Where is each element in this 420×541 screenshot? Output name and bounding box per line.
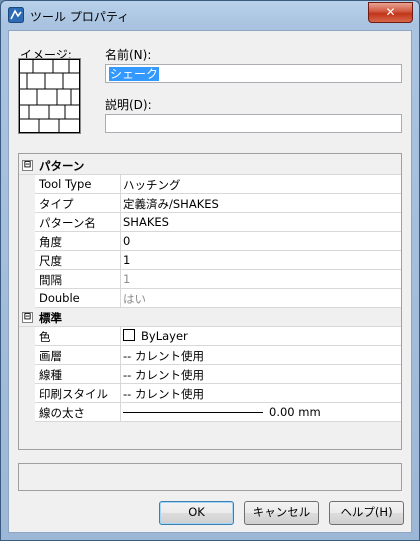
- property-key: タイプ: [39, 197, 74, 211]
- property-value[interactable]: ハッチング: [123, 177, 181, 193]
- property-row[interactable]: 画層 -- カレント使用: [19, 346, 401, 365]
- property-row[interactable]: 線の太さ 0.00 mm: [19, 403, 401, 422]
- property-row[interactable]: 印刷スタイル -- カレント使用: [19, 384, 401, 403]
- name-input[interactable]: シェーク: [105, 64, 402, 83]
- category-general-title: 標準: [39, 311, 62, 325]
- property-value-color[interactable]: ByLayer: [123, 329, 188, 343]
- property-key: Double: [39, 291, 80, 305]
- property-row[interactable]: 色 ByLayer: [19, 327, 401, 346]
- cancel-button[interactable]: キャンセル: [244, 501, 319, 525]
- color-value: ByLayer: [141, 329, 188, 343]
- property-row: 間隔 1: [19, 270, 401, 289]
- name-input-value: シェーク: [109, 67, 160, 81]
- tool-properties-dialog: ツール プロパティ ✕ イメージ: 名前(N): シェーク 説明(D): ⊟ パ…: [0, 0, 420, 541]
- property-row[interactable]: 線種 -- カレント使用: [19, 365, 401, 384]
- property-value[interactable]: 0: [123, 234, 130, 248]
- property-key: 間隔: [39, 273, 62, 287]
- property-value[interactable]: -- カレント使用: [123, 367, 204, 383]
- ok-button[interactable]: OK: [159, 501, 234, 525]
- lineweight-sample-icon: [123, 412, 263, 413]
- property-key: 線種: [39, 368, 62, 382]
- property-value[interactable]: -- カレント使用: [123, 348, 204, 364]
- collapse-pattern-icon[interactable]: ⊟: [22, 160, 33, 171]
- category-pattern-title: パターン: [39, 159, 85, 173]
- property-value[interactable]: -- カレント使用: [123, 386, 204, 402]
- property-key: 印刷スタイル: [39, 387, 108, 401]
- hatch-preview-image: [18, 58, 81, 134]
- property-key: 尺度: [39, 254, 62, 268]
- category-pattern[interactable]: ⊟ パターン: [19, 156, 401, 175]
- help-button[interactable]: ヘルプ(H): [329, 501, 404, 525]
- category-general[interactable]: ⊟ 標準: [19, 308, 401, 327]
- lineweight-value: 0.00 mm: [269, 405, 321, 419]
- description-input[interactable]: [105, 114, 402, 133]
- property-row[interactable]: 尺度 1: [19, 251, 401, 270]
- title-bar[interactable]: ツール プロパティ ✕: [1, 1, 419, 29]
- property-key: 画層: [39, 349, 62, 363]
- property-value[interactable]: 定義済み/SHAKES: [123, 196, 219, 212]
- property-row[interactable]: パターン名 SHAKES: [19, 213, 401, 232]
- property-value-disabled: 1: [123, 272, 131, 286]
- property-value[interactable]: SHAKES: [123, 215, 169, 229]
- window-title: ツール プロパティ: [30, 10, 130, 24]
- property-value-lineweight[interactable]: 0.00 mm: [123, 405, 321, 419]
- description-label: 説明(D):: [105, 98, 152, 112]
- property-row[interactable]: 角度 0: [19, 232, 401, 251]
- property-row: Double はい: [19, 289, 401, 308]
- property-grid[interactable]: ⊟ パターン Tool Type ハッチング タイプ 定義済み/SHAKES パ…: [18, 153, 402, 450]
- property-value[interactable]: 1: [123, 253, 130, 267]
- property-key: 色: [39, 330, 51, 344]
- property-row[interactable]: Tool Type ハッチング: [19, 175, 401, 194]
- collapse-general-icon[interactable]: ⊟: [22, 312, 33, 323]
- property-key: 線の太さ: [39, 406, 85, 420]
- shakes-pattern-icon: [19, 59, 80, 133]
- property-key: パターン名: [39, 216, 96, 230]
- name-label: 名前(N):: [105, 48, 152, 62]
- property-row[interactable]: タイプ 定義済み/SHAKES: [19, 194, 401, 213]
- close-button[interactable]: ✕: [368, 2, 413, 23]
- property-value-disabled: はい: [123, 292, 146, 306]
- property-key: 角度: [39, 235, 62, 249]
- property-description-panel: [18, 463, 402, 491]
- property-key: Tool Type: [39, 177, 92, 191]
- color-swatch-icon: [123, 329, 135, 341]
- app-icon: [8, 7, 24, 23]
